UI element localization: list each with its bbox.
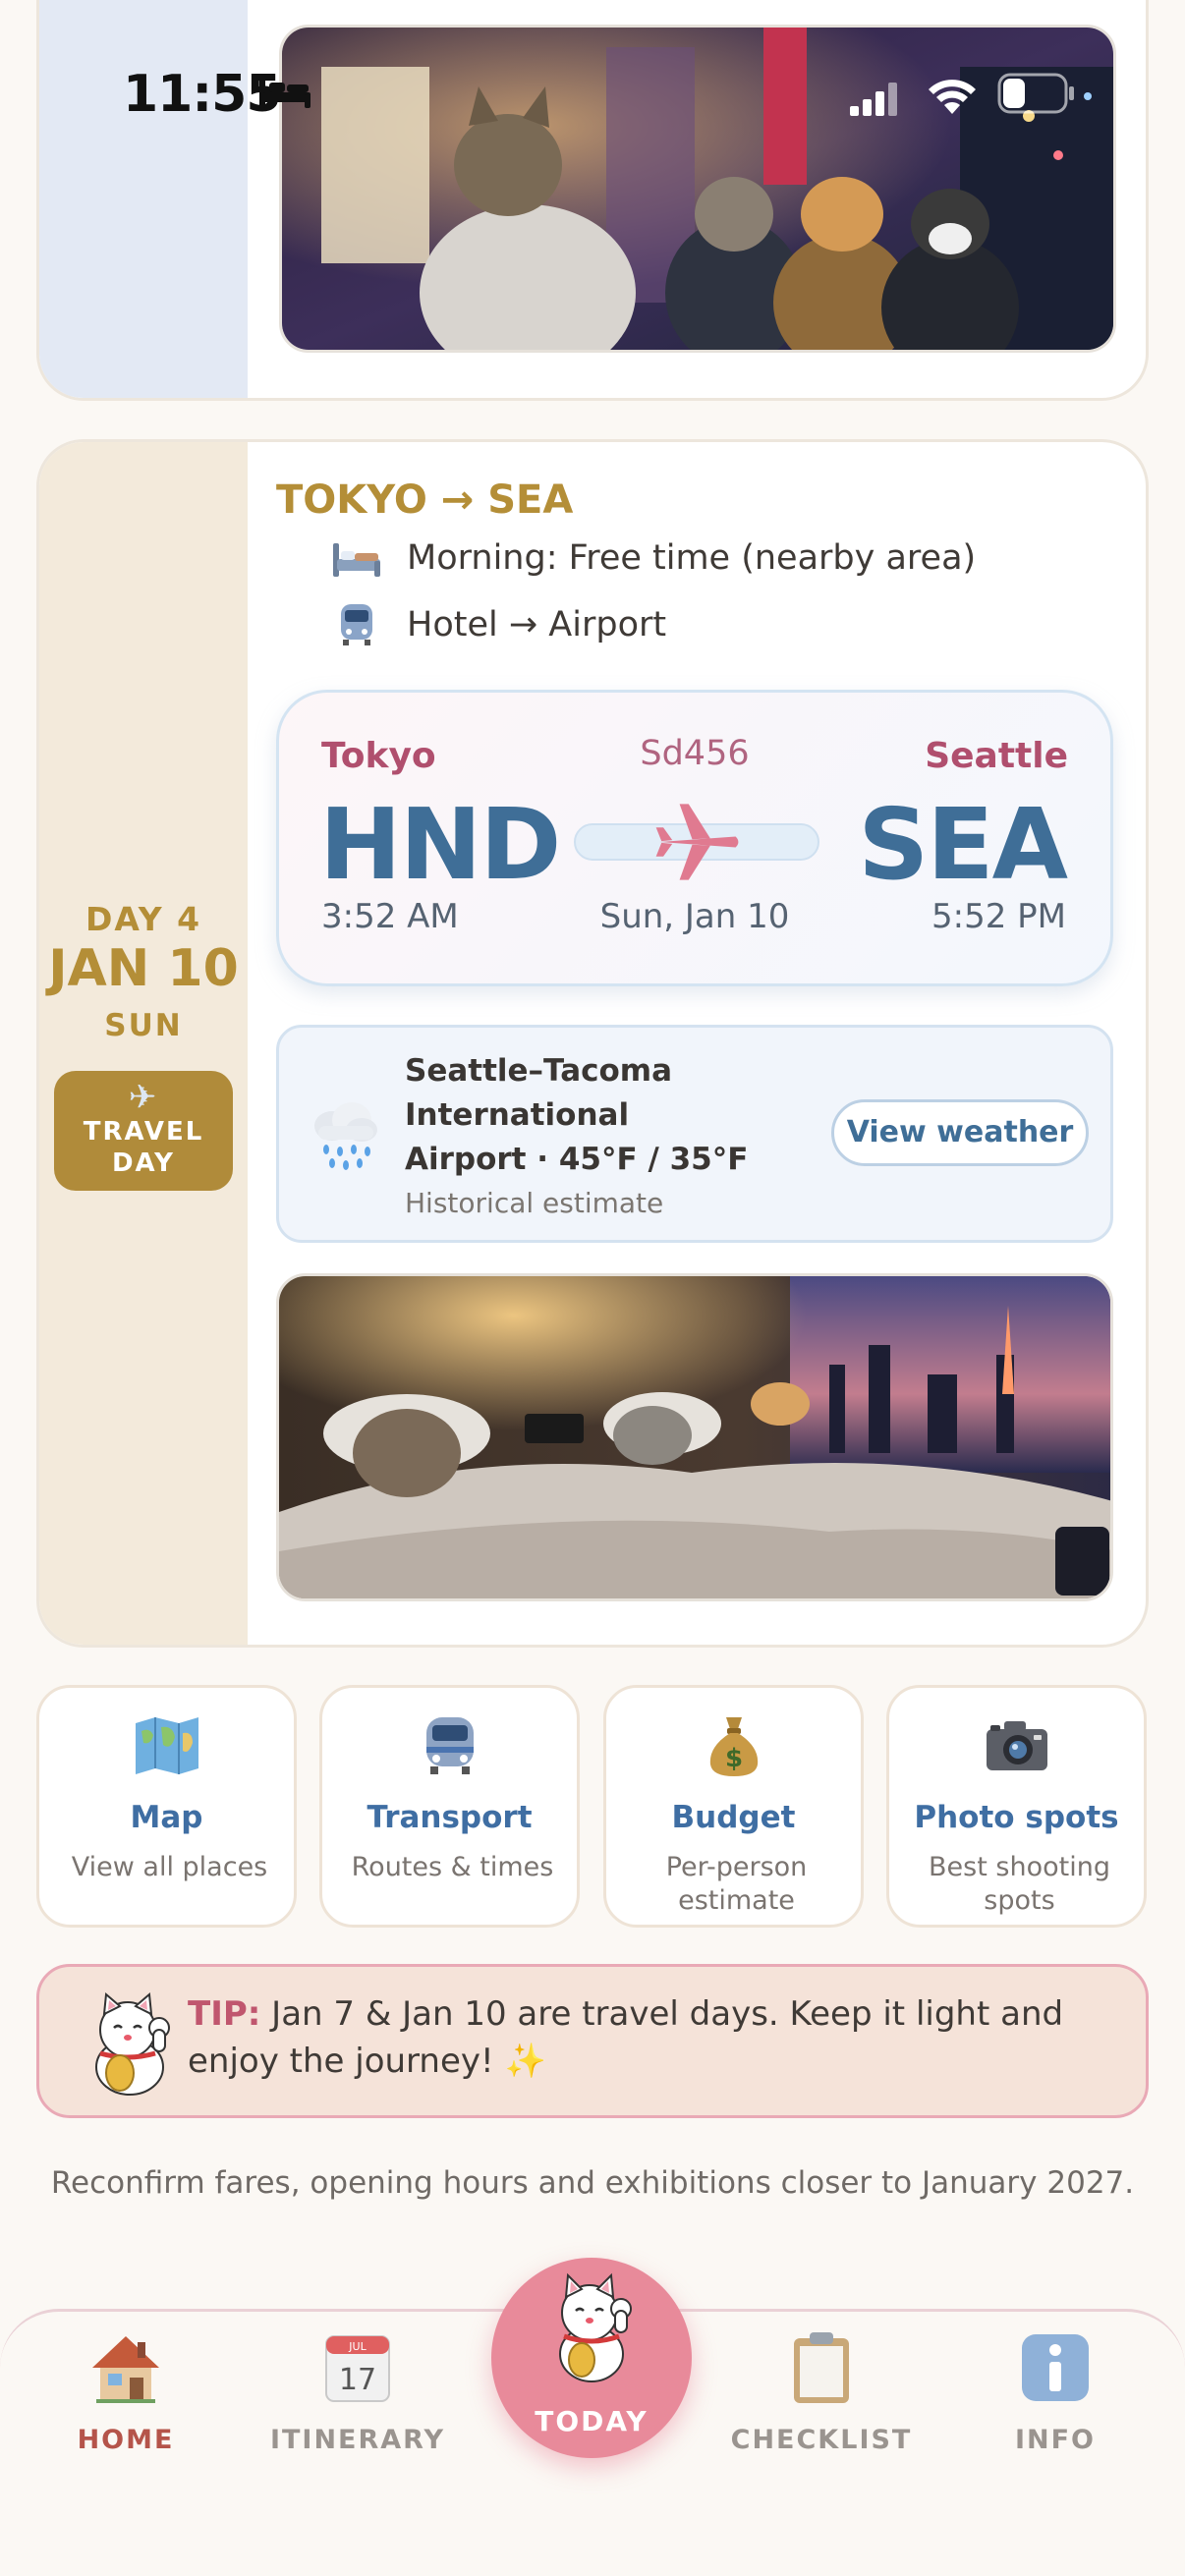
quick-link-subtitle: Routes & times (351, 1852, 554, 1882)
train-icon (341, 604, 372, 645)
quick-link-subtitle: View all places (71, 1852, 268, 1882)
activity-text: Hotel → Airport (407, 605, 667, 644)
day-side-panel: DAY 4 JAN 10 SUN ✈ TRAVEL DAY (39, 442, 248, 1645)
wifi-icon (929, 80, 976, 114)
day-card[interactable]: DAY 4 JAN 10 SUN ✈ TRAVEL DAY TOKYO → SE… (36, 439, 1149, 1648)
quick-link-budget[interactable]: $ Budget Per-person estimate (603, 1685, 864, 1928)
quick-link-title: Transport (367, 1800, 533, 1835)
airplane-icon: ✈ (128, 1078, 159, 1117)
nav-today[interactable]: TODAY (491, 2258, 692, 2458)
activity-text: Morning: Free time (nearby area) (407, 538, 977, 578)
nav-label: CHECKLIST (730, 2425, 913, 2455)
lucky-cat-icon (95, 1991, 170, 2096)
quick-link-title: Photo spots (914, 1800, 1119, 1835)
quick-link-photo-spots[interactable]: Photo spots Best shooting spots (886, 1685, 1147, 1928)
nav-label: INFO (1014, 2425, 1097, 2455)
travel-day-label: TRAVEL DAY (83, 1117, 204, 1178)
tip-banner: TIP: Jan 7 & Jan 10 are travel days. Kee… (36, 1964, 1149, 2118)
route-title: TOKYO → SEA (276, 477, 574, 523)
svg-text:$: $ (724, 1744, 742, 1773)
money-bag-icon: $ (709, 1717, 758, 1776)
tip-text: TIP: Jan 7 & Jan 10 are travel days. Kee… (188, 1990, 1101, 2085)
departure-airport-code: HND (319, 787, 561, 902)
lucky-cat-icon (559, 2272, 632, 2382)
train-icon (425, 1717, 474, 1774)
calendar-day: 17 (339, 2363, 376, 2397)
tip-label: TIP: (188, 1994, 261, 2034)
cats-sleeping-photo (276, 1273, 1113, 1601)
day-weekday: SUN (104, 1008, 183, 1043)
quick-link-title: Map (130, 1800, 203, 1835)
nav-checklist[interactable]: CHECKLIST (723, 2328, 920, 2455)
rain-cloud-icon (314, 1102, 377, 1170)
nav-home[interactable]: HOME (28, 2328, 224, 2455)
weather-location-temps: Seattle–Tacoma International Airport · 4… (405, 1053, 749, 1177)
quick-link-title: Budget (671, 1800, 796, 1835)
nav-label: TODAY (535, 2405, 649, 2437)
map-icon (135, 1717, 198, 1774)
quick-link-map[interactable]: Map View all places (36, 1685, 297, 1928)
day-date: JAN 10 (48, 939, 239, 998)
flight-number: Sd456 (640, 734, 750, 773)
quick-link-subtitle: Best shooting spots (929, 1852, 1110, 1916)
weather-note: Historical estimate (405, 1187, 664, 1219)
quick-link-subtitle: Per-person estimate (665, 1852, 808, 1916)
airplane-icon (655, 804, 739, 880)
arrival-airport-code: SEA (858, 787, 1068, 902)
nav-info[interactable]: INFO (957, 2328, 1154, 2455)
calendar-icon: JUL 17 (325, 2335, 390, 2402)
day-number: DAY 4 (85, 900, 202, 938)
battery-icon (997, 73, 1074, 114)
signal-icon (850, 83, 897, 116)
arrival-time: 5:52 PM (931, 897, 1066, 936)
nav-itinerary[interactable]: JUL 17 ITINERARY (259, 2328, 456, 2455)
info-icon (1022, 2334, 1089, 2401)
bed-icon (333, 543, 380, 577)
calendar-month: JUL (348, 2340, 367, 2353)
nav-label: ITINERARY (269, 2425, 446, 2455)
clipboard-icon (794, 2332, 849, 2403)
flight-card[interactable]: Tokyo Seattle Sd456 HND SEA 3:52 AM Sun,… (276, 690, 1113, 986)
tip-message: Jan 7 & Jan 10 are travel days. Keep it … (188, 1994, 1064, 2081)
footer-note: Reconfirm fares, opening hours and exhib… (50, 2165, 1135, 2201)
weather-card: Seattle–Tacoma International Airport · 4… (276, 1025, 1113, 1243)
quick-link-transport[interactable]: Transport Routes & times (319, 1685, 580, 1928)
view-weather-button[interactable]: View weather (831, 1099, 1089, 1166)
house-icon (92, 2336, 159, 2403)
nav-label: HOME (77, 2425, 175, 2455)
camera-icon (986, 1721, 1047, 1770)
status-bar: 11:55 (0, 59, 1185, 128)
bed-icon (259, 79, 310, 108)
travel-day-badge: ✈ TRAVEL DAY (54, 1071, 233, 1191)
